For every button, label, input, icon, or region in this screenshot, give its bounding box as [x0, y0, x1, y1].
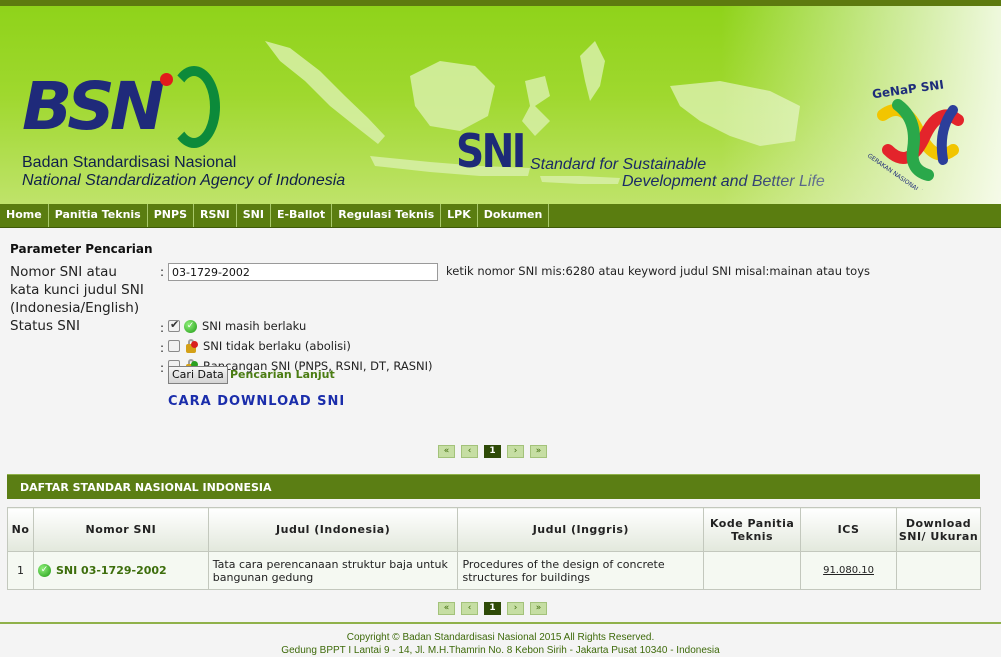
search-hint: ketik nomor SNI mis:6280 atau keyword ju…: [446, 264, 871, 278]
nav-home[interactable]: Home: [0, 204, 49, 227]
cara-download-link[interactable]: CARA DOWNLOAD SNI: [168, 394, 345, 409]
bsn-logo: BSN: [22, 68, 165, 145]
nav-rsni[interactable]: RSNI: [194, 204, 237, 227]
pager-current[interactable]: 1: [484, 445, 501, 458]
col-ics: ICS: [800, 507, 897, 552]
pager-last[interactable]: »: [530, 445, 547, 458]
nav-e-ballot[interactable]: E-Ballot: [271, 204, 333, 227]
col-judul-id: Judul (Indonesia): [207, 507, 459, 552]
lock-red-icon: [184, 339, 198, 353]
pager-current[interactable]: 1: [484, 602, 501, 615]
genap-sni-logo: GeNaP SNI GERAKAN NASIONAL PENERAPAN SNI: [866, 77, 964, 190]
nav-panitia-teknis[interactable]: Panitia Teknis: [49, 204, 148, 227]
table-header-row: No Nomor SNI Judul (Indonesia) Judul (In…: [7, 507, 981, 552]
site-footer: Copyright © Badan Standardisasi Nasional…: [0, 622, 1001, 656]
cari-data-button[interactable]: Cari Data: [168, 366, 228, 384]
nav-dokumen[interactable]: Dokumen: [478, 204, 550, 227]
nomor-sni-input[interactable]: [168, 263, 438, 281]
pager-prev[interactable]: ‹: [461, 445, 478, 458]
nav-pnps[interactable]: PNPS: [148, 204, 194, 227]
pencarian-lanjut-link[interactable]: Pencarian Lanjut: [230, 368, 335, 381]
pager-prev[interactable]: ‹: [461, 602, 478, 615]
status-label: Status SNI: [10, 318, 80, 334]
col-kode: Kode Panitia Teknis: [703, 507, 802, 552]
check-circle-icon: ✓: [184, 319, 197, 333]
col-download: Download SNI/ Ukuran: [896, 507, 981, 552]
status-option-berlaku: ✓ SNI masih berlaku: [168, 318, 306, 333]
sni-tagline-1: Standard for Sustainable: [530, 156, 707, 173]
nav-sni[interactable]: SNI: [237, 204, 271, 227]
cell-no: 1: [7, 551, 34, 590]
pager-first[interactable]: «: [438, 445, 455, 458]
pager-last[interactable]: »: [530, 602, 547, 615]
table-row: 1 ✓ SNI 03-1729-2002 Tata cara perencana…: [7, 551, 981, 590]
pager-top: « ‹ 1 › »: [438, 445, 553, 458]
copyright-text: Copyright © Badan Standardisasi Nasional…: [346, 632, 655, 643]
cell-kode: [703, 551, 802, 590]
nav-lpk[interactable]: LPK: [441, 204, 478, 227]
ics-link[interactable]: 91.080.10: [800, 551, 897, 590]
main-nav: Home Panitia Teknis PNPS RSNI SNI E-Ball…: [0, 204, 1001, 228]
pager-bottom: « ‹ 1 › »: [438, 602, 553, 615]
col-no: No: [7, 507, 34, 552]
pager-next[interactable]: ›: [507, 445, 524, 458]
nomor-label: Nomor SNI atau kata kunci judul SNI (Ind…: [10, 264, 144, 316]
pager-next[interactable]: ›: [507, 602, 524, 615]
berlaku-checkbox[interactable]: [168, 318, 180, 332]
cell-download: [896, 551, 981, 590]
bsn-logo-dot: [160, 73, 173, 86]
search-title: Parameter Pencarian: [10, 242, 153, 256]
sni-number-link[interactable]: SNI 03-1729-2002: [56, 564, 167, 577]
agency-name-en: National Standardization Agency of Indon…: [22, 172, 346, 189]
cell-judul-id: Tata cara perencanaan struktur baja untu…: [207, 551, 459, 590]
col-nomor: Nomor SNI: [32, 507, 209, 552]
check-circle-icon: ✓: [37, 564, 51, 577]
status-option-abolisi: SNI tidak berlaku (abolisi): [168, 339, 351, 353]
sni-logo: SNI: [456, 124, 526, 178]
nav-regulasi-teknis[interactable]: Regulasi Teknis: [332, 204, 442, 227]
results-title: DAFTAR STANDAR NASIONAL INDONESIA: [7, 474, 980, 499]
cell-judul-en: Procedures of the design of concrete str…: [457, 551, 705, 590]
pager-first[interactable]: «: [438, 602, 455, 615]
abolisi-checkbox[interactable]: [168, 340, 180, 352]
agency-name-id: Badan Standardisasi Nasional: [22, 154, 237, 171]
cell-nomor: ✓ SNI 03-1729-2002: [32, 551, 209, 590]
site-header: BSN Badan Standardisasi Nasional Nationa…: [0, 6, 1001, 204]
search-form: Parameter Pencarian Nomor SNI atau kata …: [0, 228, 1001, 450]
bsn-logo-arc: [168, 66, 220, 148]
results-table: No Nomor SNI Judul (Indonesia) Judul (In…: [7, 507, 981, 590]
col-judul-en: Judul (Inggris): [457, 507, 705, 552]
svg-text:GeNaP SNI: GeNaP SNI: [871, 77, 945, 101]
